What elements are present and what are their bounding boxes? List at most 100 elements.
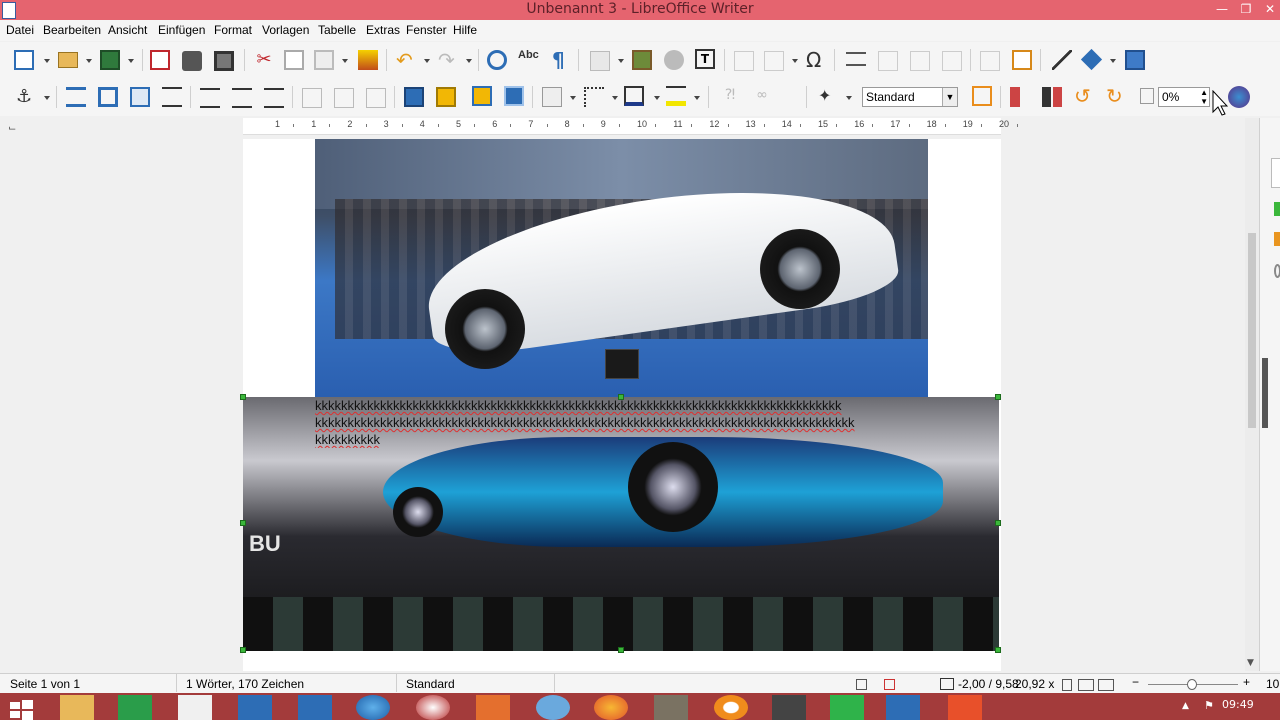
- close-icon[interactable]: ✕: [1256, 0, 1280, 20]
- anchor-dropdown-icon[interactable]: [44, 96, 50, 100]
- paste-dropdown-icon[interactable]: [342, 59, 348, 63]
- effects-wand-icon[interactable]: ✦: [818, 86, 838, 106]
- page-count[interactable]: Seite 1 von 1: [10, 677, 80, 691]
- writer-taskbar-icon[interactable]: [886, 695, 920, 720]
- anchor-icon[interactable]: ⚓: [16, 87, 36, 107]
- rotate-left-icon[interactable]: ↺: [1074, 86, 1094, 106]
- insert-hyperlink-icon[interactable]: [846, 52, 866, 66]
- menu-extras[interactable]: Extras: [366, 23, 400, 37]
- scrollbar-thumb[interactable]: [1248, 233, 1256, 428]
- send-backward-icon[interactable]: [504, 86, 524, 106]
- resize-handle-bottom-right[interactable]: [995, 647, 1001, 653]
- insert-chart-icon[interactable]: [664, 50, 684, 70]
- print-preview-icon[interactable]: [214, 51, 234, 71]
- borders-dropdown-icon[interactable]: [570, 96, 576, 100]
- clock-time[interactable]: 09:49: [1222, 698, 1254, 711]
- spelling-icon[interactable]: Abc: [518, 49, 539, 69]
- export-pdf-icon[interactable]: [150, 50, 170, 70]
- resize-handle-bottom[interactable]: [618, 647, 624, 653]
- bring-forward-icon[interactable]: [472, 86, 492, 106]
- app-circle-icon[interactable]: [416, 695, 450, 720]
- flip-horizontal-icon[interactable]: [1042, 87, 1062, 107]
- internet-explorer-icon[interactable]: [356, 695, 390, 720]
- sidebar-toggle-handle[interactable]: [1262, 358, 1268, 428]
- wrap-optimal-icon[interactable]: [130, 87, 150, 107]
- crop-icon[interactable]: [972, 86, 992, 106]
- menu-hilfe[interactable]: Hilfe: [453, 23, 477, 37]
- background-color-icon[interactable]: [666, 86, 686, 106]
- insert-comment-icon[interactable]: [980, 51, 1000, 71]
- menu-bearbeiten[interactable]: Bearbeiten: [43, 23, 101, 37]
- menu-datei[interactable]: Datei: [6, 23, 34, 37]
- border-style-icon[interactable]: [584, 87, 604, 107]
- rotate-right-icon[interactable]: ↻: [1106, 86, 1126, 106]
- page-style[interactable]: Standard: [406, 677, 455, 691]
- multi-page-view-icon[interactable]: [1078, 679, 1094, 691]
- background-color-dropdown-icon[interactable]: [694, 96, 700, 100]
- menu-tabelle[interactable]: Tabelle: [318, 23, 356, 37]
- color-filter-icon[interactable]: [1228, 86, 1250, 108]
- tab-stop-icon[interactable]: ⌙: [8, 123, 16, 134]
- bring-to-front-icon[interactable]: [404, 87, 424, 107]
- send-to-back-icon[interactable]: [436, 87, 456, 107]
- tray-up-icon[interactable]: ▲: [1182, 701, 1189, 711]
- align-bottom-icon[interactable]: [366, 88, 386, 108]
- paint-app-icon[interactable]: [476, 695, 510, 720]
- selection-mode-icon[interactable]: [856, 679, 867, 690]
- flip-vertical-icon[interactable]: [1010, 87, 1030, 107]
- inkscape-icon[interactable]: [772, 695, 806, 720]
- undo-icon[interactable]: ↶: [396, 50, 416, 70]
- chevron-down-icon[interactable]: ▼: [942, 88, 957, 106]
- insert-endnote-icon[interactable]: [910, 51, 930, 71]
- resize-handle-top-right[interactable]: [995, 394, 1001, 400]
- align-left-icon[interactable]: [200, 88, 220, 108]
- calc-app-icon[interactable]: [830, 695, 864, 720]
- zoom-out-icon[interactable]: −: [1132, 675, 1139, 689]
- sidebar-styles-icon[interactable]: [1274, 202, 1280, 216]
- transparency-field[interactable]: 0% ▲ ▼: [1158, 87, 1210, 107]
- track-changes-icon[interactable]: [1012, 50, 1032, 70]
- align-middle-icon[interactable]: [334, 88, 354, 108]
- impress-app-icon[interactable]: [948, 695, 982, 720]
- metro-app-icon[interactable]: [298, 695, 332, 720]
- flag-icon[interactable]: ⚑: [1204, 699, 1214, 712]
- unlink-frames-icon[interactable]: ⁈: [720, 87, 740, 107]
- document-modified-icon[interactable]: [884, 679, 895, 690]
- wrap-through-icon[interactable]: [162, 87, 182, 107]
- store-icon[interactable]: [118, 695, 152, 720]
- scroll-down-icon[interactable]: ▼: [1247, 658, 1254, 668]
- horizontal-ruler[interactable]: 1 1 2 3 4 5 6 7 8 9 10 11 12 13 14 15 16 17 18 19 20: [243, 118, 1019, 135]
- save-dropdown-icon[interactable]: [128, 59, 134, 63]
- zoom-level[interactable]: 10: [1266, 677, 1279, 691]
- vertical-scrollbar[interactable]: ▼: [1245, 118, 1259, 671]
- frame-style-select[interactable]: Standard ▼: [862, 87, 958, 107]
- border-color-icon[interactable]: [624, 86, 644, 106]
- word-count[interactable]: 1 Wörter, 170 Zeichen: [186, 677, 304, 691]
- borders-icon[interactable]: [542, 87, 562, 107]
- save-icon[interactable]: [100, 50, 120, 70]
- open-folder-icon[interactable]: [58, 52, 78, 68]
- align-right-icon[interactable]: [264, 88, 284, 108]
- border-style-dropdown-icon[interactable]: [612, 96, 618, 100]
- insert-footnote-icon[interactable]: [878, 51, 898, 71]
- shapes-dropdown-icon[interactable]: [1110, 59, 1116, 63]
- firefox-icon[interactable]: [594, 695, 628, 720]
- menu-format[interactable]: Format: [214, 23, 252, 37]
- new-dropdown-icon[interactable]: [44, 59, 50, 63]
- table-dropdown-icon[interactable]: [618, 59, 624, 63]
- new-document-icon[interactable]: [14, 50, 34, 70]
- resize-handle-bottom-left[interactable]: [240, 647, 246, 653]
- resize-handle-top-left[interactable]: [240, 394, 246, 400]
- pen-app-icon[interactable]: [536, 695, 570, 720]
- navigator-icon[interactable]: [1125, 50, 1145, 70]
- redo-dropdown-icon[interactable]: [466, 59, 472, 63]
- clone-formatting-icon[interactable]: [358, 50, 378, 70]
- field-dropdown-icon[interactable]: [792, 59, 798, 63]
- border-color-dropdown-icon[interactable]: [654, 96, 660, 100]
- formatting-marks-icon[interactable]: ¶: [552, 48, 572, 72]
- menu-einfuegen[interactable]: Einfügen: [158, 23, 205, 37]
- special-character-icon[interactable]: Ω: [806, 48, 826, 72]
- blender-icon[interactable]: [714, 695, 748, 720]
- paste-icon[interactable]: [314, 50, 334, 70]
- menu-ansicht[interactable]: Ansicht: [108, 23, 147, 37]
